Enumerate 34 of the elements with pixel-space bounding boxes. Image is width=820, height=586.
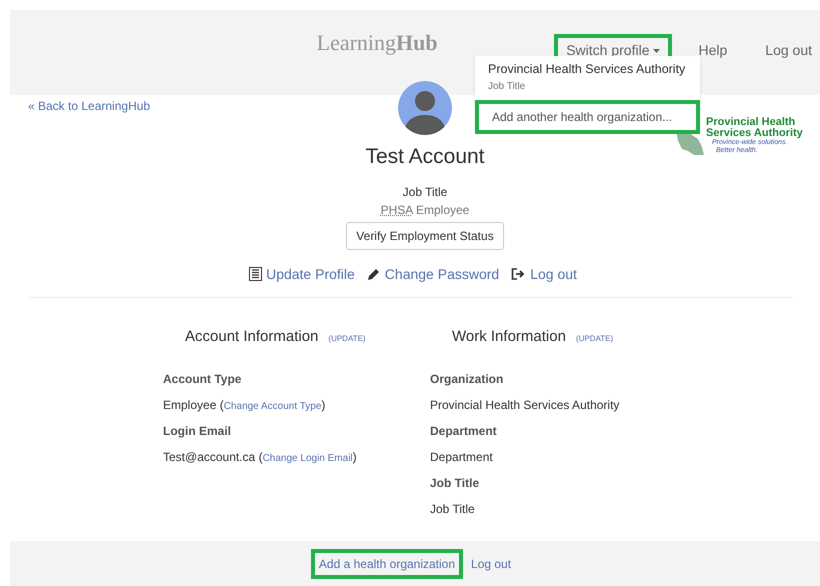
profile-action-link[interactable]: Log out	[511, 264, 577, 284]
nav-link[interactable]: Log out	[757, 38, 820, 63]
field-value: Provincial Health Services Authority	[430, 398, 620, 412]
section-title: Account Information	[185, 326, 318, 346]
field-label: Account Type	[163, 371, 242, 388]
profile-name: Test Account	[365, 144, 485, 170]
back-link[interactable]: « Back to LearningHub	[28, 97, 150, 115]
field-link[interactable]: (Change Account Type)	[220, 398, 326, 412]
logo-title: Provincial Health	[706, 117, 796, 128]
profile-action-link[interactable]: Change Password	[366, 264, 500, 284]
profile-job-title: Job Title	[402, 184, 448, 200]
logo-title: Services Authority	[706, 128, 803, 139]
verify-employment-button[interactable]: Verify Employment Status	[346, 222, 504, 250]
logout-icon	[511, 267, 526, 281]
employee-status: PHSA Employee	[380, 202, 470, 218]
footer-link[interactable]: Log out	[467, 552, 516, 574]
update-link[interactable]: (UPDATE)	[328, 332, 366, 344]
document-icon	[249, 267, 262, 281]
section-title: Work Information	[452, 326, 566, 346]
field-label: Organization	[430, 371, 504, 388]
pencil-icon	[366, 267, 381, 281]
caret-icon	[653, 48, 660, 52]
update-link[interactable]: (UPDATE)	[576, 332, 614, 344]
field-value: Department	[430, 450, 493, 464]
field-label: Job Title	[430, 475, 480, 492]
field-link[interactable]: (Change Login Email)	[258, 450, 357, 464]
avatar-icon	[398, 81, 452, 135]
profile-action-link[interactable]: Update Profile	[249, 264, 355, 284]
brand-logo[interactable]: LearningHub	[316, 26, 558, 59]
field-label: Department	[430, 423, 498, 440]
field-value: Job Title	[430, 502, 475, 516]
field-value: Test@account.ca	[163, 450, 256, 464]
field-value: Employee	[163, 398, 216, 412]
field-label: Login Email	[163, 423, 232, 440]
